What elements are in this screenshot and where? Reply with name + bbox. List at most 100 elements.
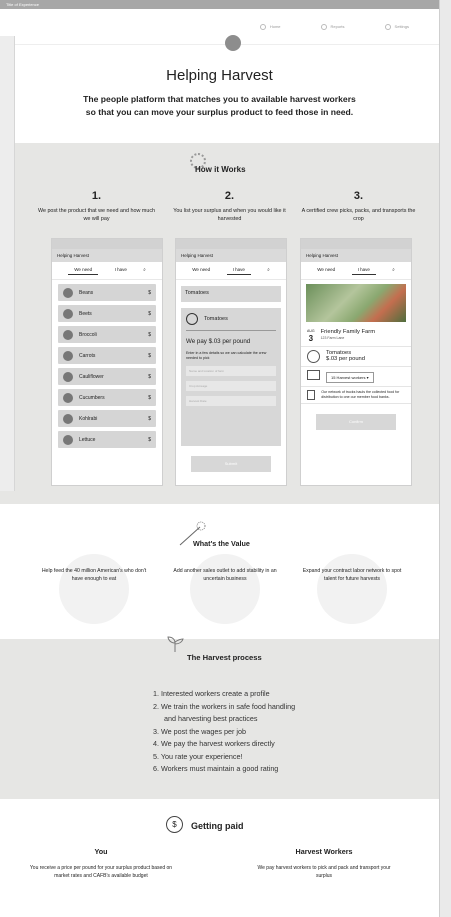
date-month: AUG [307,329,315,333]
phone-tabs: We need I have ⌕ [301,262,411,280]
tab-i-have[interactable]: I have [351,267,376,275]
step-number: 1. [91,190,102,202]
workers-dropdown[interactable]: 15 Harvest workers ▾ [326,372,374,383]
page-title: Helping Harvest [166,67,273,84]
search-icon[interactable]: ⌕ [143,267,146,275]
harvest-date-field[interactable]: Harvest Date [186,396,276,406]
produce-icon [63,350,73,361]
tab-i-have[interactable]: I have [115,267,127,275]
page: Title of Experience Home Reports Setting… [0,0,440,917]
tab-we-need[interactable]: We need [68,267,99,275]
produce-icon [63,392,73,403]
produce-icon [63,287,73,298]
background-strip [440,0,451,917]
phone-tabs: We need I have ⌕ [176,262,286,280]
phone-status-bar [52,239,162,249]
background-window [0,36,15,491]
crop-info: Tomatoes $.03 per pound [326,350,365,362]
tomato-photo [306,284,406,322]
selected-crop[interactable]: Tomatoes [181,286,281,302]
card-header: Tomatoes [186,313,276,331]
process-step: and harvesting best practices [164,714,258,723]
crop-row: Tomatoes $.03 per pound [301,347,411,367]
value-circle-bg [317,554,387,624]
tab-we-need[interactable]: We need [317,267,335,275]
process-step: 6. Workers must maintain a good rating [153,764,279,773]
list-item[interactable]: Beets $ [58,305,156,322]
phone-mockup-have-form: Helping Harvest We need I have ⌕ Tomatoe… [175,238,287,486]
date-day: 3 [308,334,314,343]
value-circle-bg [59,554,129,624]
getting-paid-section: $ Getting paid You You receive a price p… [0,799,439,917]
date-badge: AUG 3 [307,329,315,343]
list-item[interactable]: Cucumbers $ [58,389,156,406]
search-icon[interactable]: ⌕ [267,267,270,275]
home-icon [259,23,266,30]
produce-icon [63,308,73,319]
top-nav: Home Reports Settings [0,9,439,51]
list-item[interactable]: Lettuce $ [58,431,156,448]
produce-price: $ [148,310,151,317]
process-step: 1. Interested workers create a profile [153,689,270,698]
truck-note: Our network of trucks hauls the collecte… [321,390,400,399]
farm-info: Friendly Family Farm 123 Farm Lane [321,329,375,340]
farm-field[interactable]: Name and location of farm [186,366,276,376]
crop-price: $.03 per pound [326,356,366,362]
crop-details-card: Tomatoes We pay $.03 per pound Enter in … [181,308,281,446]
nav-home-label: Home [269,24,281,29]
list-item[interactable]: Beans $ [58,284,156,301]
report-icon [320,23,327,30]
app-name: Helping Harvest [52,249,162,262]
submit-button[interactable]: Submit [191,456,271,472]
produce-name: Broccoli [79,331,97,338]
produce-price: $ [148,373,151,380]
produce-name: Carrots [79,352,96,359]
nav-reports[interactable]: Reports [320,23,345,30]
farm-name: Friendly Family Farm [320,329,376,335]
you-heading: You [94,847,108,856]
window-title: Title of Experience [6,2,39,7]
timer-icon [186,313,198,325]
timer-icon [307,350,320,363]
phone-status-bar [301,239,411,249]
produce-icon [63,329,73,340]
acreage-field[interactable]: Crop Acreage [186,381,276,391]
nav-settings[interactable]: Settings [384,23,409,30]
produce-price: $ [148,394,151,401]
how-it-works-section: How it Works 1. We post the product that… [0,143,439,504]
produce-name: Cauliflower [79,373,104,380]
farm-row: AUG 3 Friendly Family Farm 123 Farm Lane [301,326,411,347]
nav-home[interactable]: Home [259,23,281,30]
produce-price: $ [148,331,151,338]
produce-name: Beets [79,310,92,317]
pay-rate: We pay $.03 per pound [186,338,251,345]
step-number: 2. [224,190,235,202]
truck-row: Our network of trucks hauls the collecte… [301,387,411,404]
logo[interactable] [225,35,241,51]
value-title: What's the Value [193,539,250,548]
produce-price: $ [148,436,151,443]
browser-title-bar: Title of Experience [0,0,439,9]
workers-row: 15 Harvest workers ▾ [301,367,411,387]
farm-address: 123 Farm Lane [320,336,345,340]
sprout-icon [167,636,184,652]
process-title: The Harvest process [187,653,262,662]
phone-mockup-need-list: Helping Harvest We need I have ⌕ Beans $ … [51,238,163,486]
dollar-icon: $ [166,816,183,833]
value-section: What's the Value Help feed the 40 millio… [0,504,439,639]
confirm-button[interactable]: Confirm [316,414,396,430]
hero-subtitle-line2: so that you can move your surplus produc… [85,107,354,117]
truck-icon [307,390,316,400]
list-item[interactable]: Carrots $ [58,347,156,364]
phone-mockup-confirmation: Helping Harvest We need I have ⌕ AUG 3 Fr… [300,238,412,486]
paid-title: Getting paid [191,821,244,831]
step-description: A certified crew picks, packs, and trans… [301,208,416,222]
tab-i-have[interactable]: I have [226,267,251,275]
list-item[interactable]: Kohlrabi $ [58,410,156,427]
tab-we-need[interactable]: We need [192,267,210,275]
list-item[interactable]: Cauliflower $ [58,368,156,385]
produce-name: Kohlrabi [79,415,98,422]
produce-icon [63,413,73,424]
list-item[interactable]: Broccoli $ [58,326,156,343]
search-icon[interactable]: ⌕ [392,267,395,275]
